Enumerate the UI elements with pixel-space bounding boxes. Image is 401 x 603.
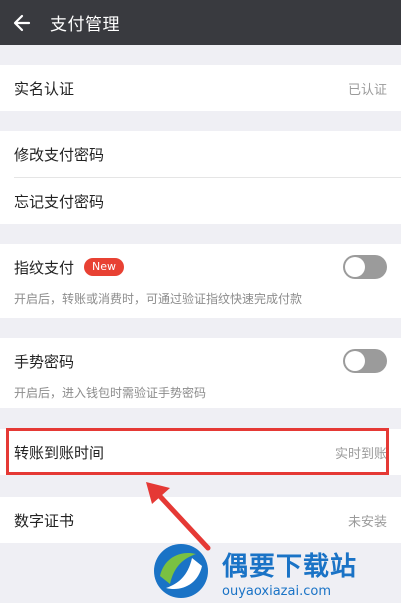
change-password-row[interactable]: 修改支付密码 <box>0 131 401 177</box>
back-button[interactable] <box>12 12 34 34</box>
password-group: 修改支付密码 忘记支付密码 <box>0 131 401 224</box>
realname-label: 实名认证 <box>14 79 75 98</box>
forgot-password-label: 忘记支付密码 <box>14 192 105 211</box>
page-title: 支付管理 <box>50 15 120 35</box>
fingerprint-desc: 开启后，转账或消费时，可通过验证指纹快速完成付款 <box>14 292 303 306</box>
watermark-url: ouyaoxiazai.com <box>222 584 331 599</box>
forgot-password-row[interactable]: 忘记支付密码 <box>0 178 401 224</box>
toggle-knob <box>345 257 365 277</box>
toggle-knob <box>345 351 365 371</box>
logo-icon <box>154 544 208 598</box>
realname-group: 实名认证 已认证 <box>0 65 401 111</box>
fingerprint-label: 指纹支付 <box>14 258 75 277</box>
watermark-title: 偶要下载站 <box>222 552 358 582</box>
gesture-group: 手势密码 开启后，进入钱包时需验证手势密码 <box>0 338 401 408</box>
certificate-label: 数字证书 <box>14 511 75 530</box>
highlight-box <box>6 428 389 475</box>
gesture-desc: 开启后，进入钱包时需验证手势密码 <box>14 386 207 400</box>
fingerprint-row: 指纹支付 New <box>0 244 401 290</box>
gesture-label: 手势密码 <box>14 352 75 371</box>
change-password-label: 修改支付密码 <box>14 145 105 164</box>
realname-row[interactable]: 实名认证 已认证 <box>0 65 401 111</box>
new-badge: New <box>84 258 125 276</box>
top-bar: 支付管理 <box>0 0 401 45</box>
gesture-row: 手势密码 <box>0 338 401 384</box>
certificate-status: 未安装 <box>347 514 387 530</box>
fingerprint-group: 指纹支付 New 开启后，转账或消费时，可通过验证指纹快速完成付款 <box>0 244 401 318</box>
gesture-toggle[interactable] <box>343 349 387 373</box>
fingerprint-toggle[interactable] <box>343 255 387 279</box>
watermark: 偶要下载站 ouyaoxiazai.com <box>150 540 400 603</box>
arrow-left-icon <box>13 14 31 31</box>
realname-status: 已认证 <box>347 82 387 98</box>
